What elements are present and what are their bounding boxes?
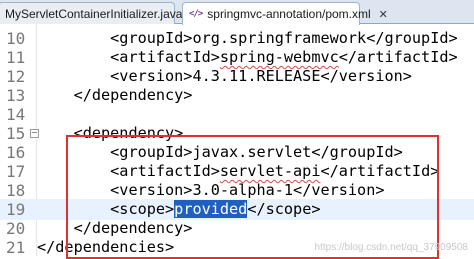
highlight-box bbox=[66, 135, 439, 259]
code-line[interactable]: 10 <groupId>org.springframework</groupId… bbox=[0, 28, 474, 49]
code-line[interactable]: 11 <artifactId>spring-webmvc</artifactId… bbox=[0, 47, 474, 68]
line-number: 11 bbox=[6, 48, 26, 67]
editor-tab-bar: MyServletContainerInitializer.java </> s… bbox=[0, 0, 474, 25]
open-tag: <version> bbox=[110, 67, 193, 85]
open-tag: <artifactId> bbox=[110, 48, 220, 66]
code-line[interactable]: 13 </dependency> bbox=[0, 85, 474, 106]
line-number: 12 bbox=[6, 67, 26, 86]
line-number: 13 bbox=[6, 86, 26, 105]
tab-label: MyServletContainerInitializer.java bbox=[5, 6, 183, 21]
tag-content: 4.3.11.RELEASE bbox=[192, 67, 321, 85]
watermark: https://blog.csdn.net/qq_37909508 bbox=[314, 242, 468, 253]
code-line[interactable]: 14 bbox=[0, 104, 474, 125]
line-number: 19 bbox=[6, 200, 26, 219]
code-line[interactable]: 12 <version>4.3.11.RELEASE</version> bbox=[0, 66, 474, 87]
tab-pom-xml[interactable]: </> springmvc-annotation/pom.xml ✕ bbox=[182, 2, 388, 25]
close-tag: </version> bbox=[320, 67, 412, 85]
line-number: 20 bbox=[6, 219, 26, 238]
line-number: 21 bbox=[6, 238, 26, 257]
code-text: </dependency> bbox=[37, 85, 193, 106]
line-number: 17 bbox=[6, 162, 26, 181]
line-number: 14 bbox=[6, 105, 26, 124]
close-icon[interactable]: ✕ bbox=[379, 8, 388, 21]
close-tag: </groupId> bbox=[366, 29, 458, 47]
line-number: 18 bbox=[6, 181, 26, 200]
tag-content: org.springframework bbox=[192, 29, 367, 47]
xml-editor[interactable]: 10 <groupId>org.springframework</groupId… bbox=[0, 24, 474, 259]
tab-myservletcontainerinitializer[interactable]: MyServletContainerInitializer.java bbox=[0, 2, 182, 24]
open-tag: <groupId> bbox=[110, 29, 193, 47]
xml-file-icon: </> bbox=[189, 9, 203, 19]
code-text: <groupId>org.springframework</groupId> bbox=[37, 28, 458, 49]
line-number: 16 bbox=[6, 143, 26, 162]
code-text: <artifactId>spring-webmvc</artifactId> bbox=[37, 47, 458, 68]
line-number: 10 bbox=[6, 29, 26, 48]
tag-content: spring-webmvc bbox=[219, 48, 339, 66]
code-text: <version>4.3.11.RELEASE</version> bbox=[37, 66, 412, 87]
tab-label: springmvc-annotation/pom.xml bbox=[207, 7, 371, 21]
open-tag: </dependency> bbox=[73, 86, 193, 104]
close-tag: </artifactId> bbox=[338, 48, 458, 66]
